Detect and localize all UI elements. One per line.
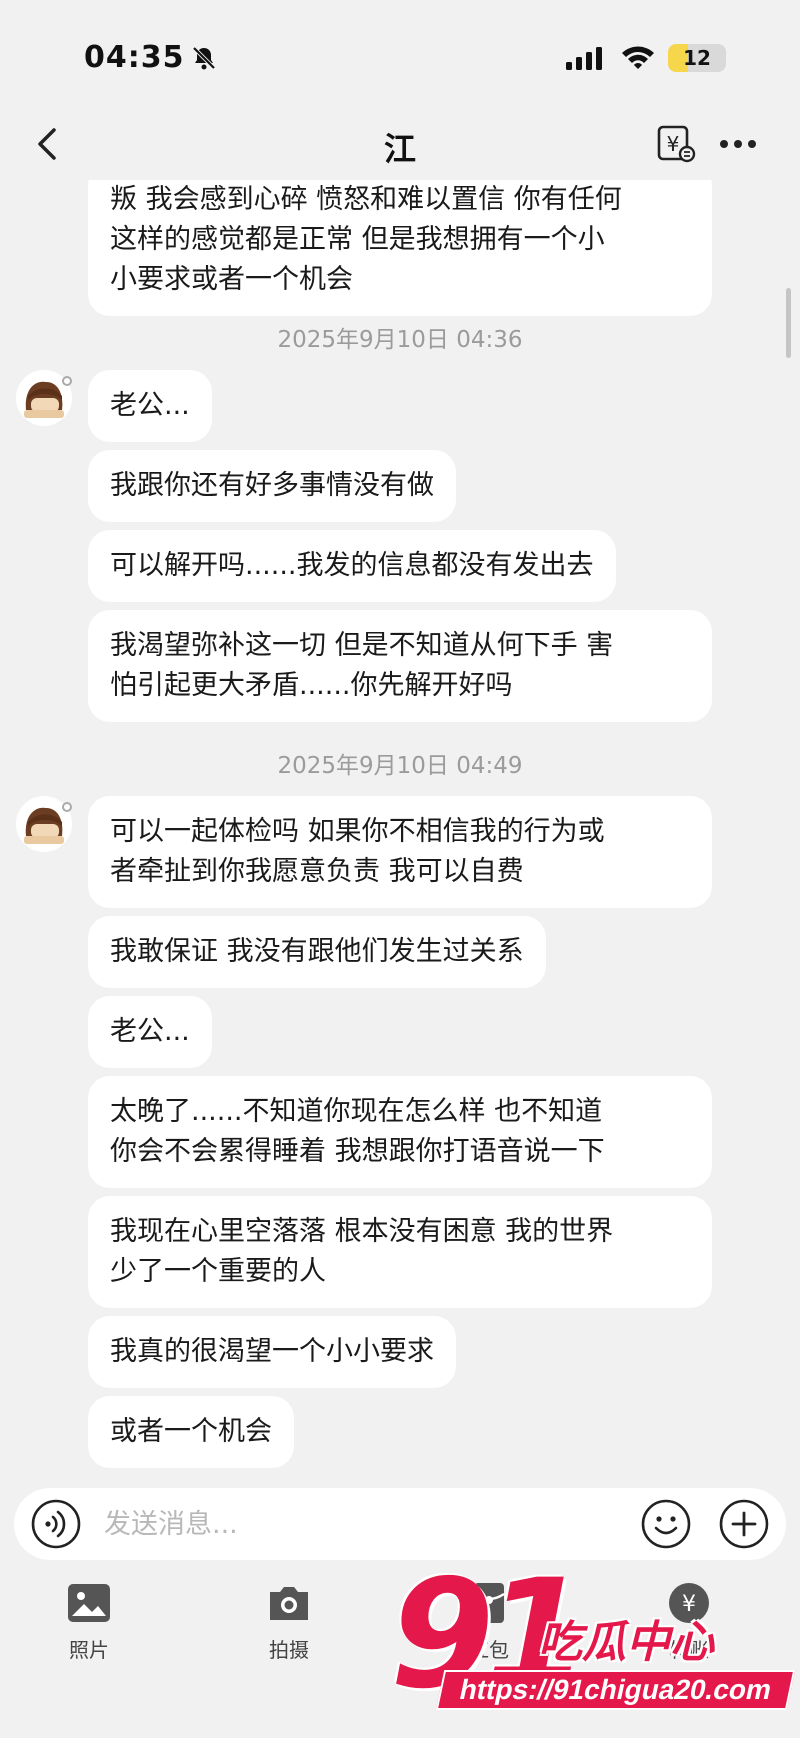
message-bubble: 我真的很渴望一个小小要求 bbox=[88, 1316, 456, 1388]
svg-text:¥: ¥ bbox=[667, 132, 680, 156]
chat-messages[interactable]: 叛 我会感到心碎 愤怒和难以置信 你有任何 这样的感觉都是正常 但是我想拥有一个… bbox=[0, 180, 800, 1480]
message-bubble: 我跟你还有好多事情没有做 bbox=[88, 450, 456, 522]
toolbar-photos[interactable]: 照片 bbox=[34, 1580, 144, 1663]
online-status-dot bbox=[62, 802, 72, 812]
watermark-url: https://91chigua20.com bbox=[435, 1670, 796, 1710]
battery-level: 12 bbox=[683, 46, 711, 70]
message-bubble: 老公... bbox=[88, 996, 212, 1068]
status-time: 04:35 bbox=[84, 40, 185, 75]
message-bubble: 我敢保证 我没有跟他们发生过关系 bbox=[88, 916, 546, 988]
online-status-dot bbox=[62, 376, 72, 386]
cellular-signal-icon bbox=[566, 47, 602, 70]
message-bubble: 我渴望弥补这一切 但是不知道从何下手 害 怕引起更大矛盾......你先解开好吗 bbox=[88, 610, 712, 722]
watermark-brand-name: 吃瓜中心 bbox=[538, 1617, 714, 1668]
message-timestamp: 2025年9月10日 04:49 bbox=[277, 753, 523, 779]
toolbar-photos-label: 照片 bbox=[69, 1638, 109, 1662]
message-input[interactable] bbox=[104, 1502, 524, 1546]
toolbar-camera-label: 拍摄 bbox=[269, 1638, 309, 1662]
message-bubble: 可以解开吗......我发的信息都没有发出去 bbox=[88, 530, 616, 602]
message-bubble: 叛 我会感到心碎 愤怒和难以置信 你有任何 这样的感觉都是正常 但是我想拥有一个… bbox=[88, 180, 712, 316]
message-bubble: 太晚了......不知道你现在怎么样 也不知道 你会不会累得睡着 我想跟你打语音… bbox=[88, 1076, 712, 1188]
transfer-yuan-icon[interactable]: ¥ bbox=[656, 124, 696, 164]
bell-off-icon bbox=[192, 46, 216, 70]
status-bar: 04:35 12 bbox=[0, 0, 800, 110]
camera-icon bbox=[270, 1587, 308, 1620]
chat-header: 江 ¥ bbox=[0, 110, 800, 180]
photo-icon bbox=[68, 1584, 110, 1622]
toolbar-camera[interactable]: 拍摄 bbox=[234, 1580, 344, 1663]
message-bubble: 或者一个机会 bbox=[88, 1396, 294, 1468]
chat-scrollbar[interactable] bbox=[786, 288, 791, 358]
message-bubble: 我现在心里空落落 根本没有困意 我的世界 少了一个重要的人 bbox=[88, 1196, 712, 1308]
message-bubble: 老公... bbox=[88, 370, 212, 442]
battery-indicator: 12 bbox=[668, 44, 726, 72]
more-options-icon[interactable] bbox=[718, 134, 758, 154]
message-bubble: 可以一起体检吗 如果你不相信我的行为或 者牵扯到你我愿意负责 我可以自费 bbox=[88, 796, 712, 908]
message-timestamp: 2025年9月10日 04:36 bbox=[277, 327, 523, 353]
voice-input-icon[interactable] bbox=[30, 1498, 82, 1550]
wifi-icon bbox=[622, 46, 654, 69]
plus-icon[interactable] bbox=[718, 1498, 770, 1550]
watermark-logo: 91 吃瓜中心 https://91chigua20.com bbox=[384, 1560, 796, 1730]
emoji-icon[interactable] bbox=[640, 1498, 692, 1550]
